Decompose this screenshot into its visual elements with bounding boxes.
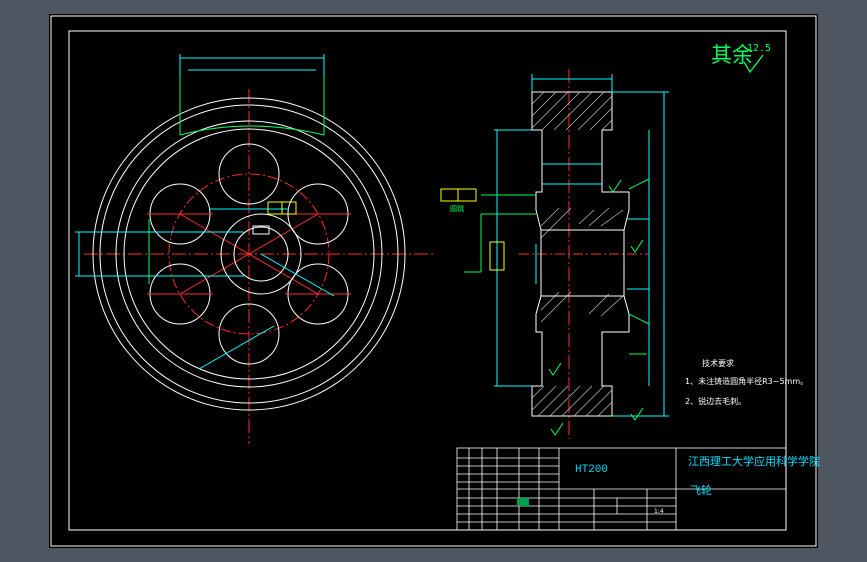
- title-block-fill: [517, 498, 529, 506]
- datum-leaders: [464, 178, 650, 355]
- tech-requirement-1: 1、未注铸造圆角半径R3~5mm。: [685, 377, 809, 386]
- datum-label: 圆跳: [450, 205, 464, 213]
- school-name: 江西理工大学应用科学学院: [688, 455, 820, 468]
- hatch-hub: [540, 207, 624, 323]
- rim-width-extension: [179, 74, 325, 136]
- front-view: [75, 54, 434, 444]
- scale-value: 1:4: [654, 508, 664, 515]
- tech-requirement-2: 2、锐边去毛刺。: [685, 397, 747, 406]
- roughness-check-icon: [743, 54, 764, 74]
- drawing-sheet: 其余 12.5 技术要求 1、未注铸造圆角半径R3~5mm。 2、锐边去毛刺。 …: [49, 14, 820, 548]
- front-dimensions: [75, 54, 335, 370]
- section-view: [440, 69, 669, 439]
- section-dimensions: [494, 74, 669, 417]
- part-name: 飞轮: [690, 484, 712, 497]
- inner-border: [68, 30, 787, 531]
- bore-section: [540, 229, 625, 297]
- roughness-marks: [548, 179, 644, 436]
- tech-requirements-title: 技术要求: [702, 359, 734, 368]
- roughness-value: 12.5: [747, 43, 772, 54]
- hatch-top-rim: [531, 91, 613, 131]
- hatch-bottom-rim: [531, 385, 613, 417]
- material-label: HT200: [575, 464, 609, 476]
